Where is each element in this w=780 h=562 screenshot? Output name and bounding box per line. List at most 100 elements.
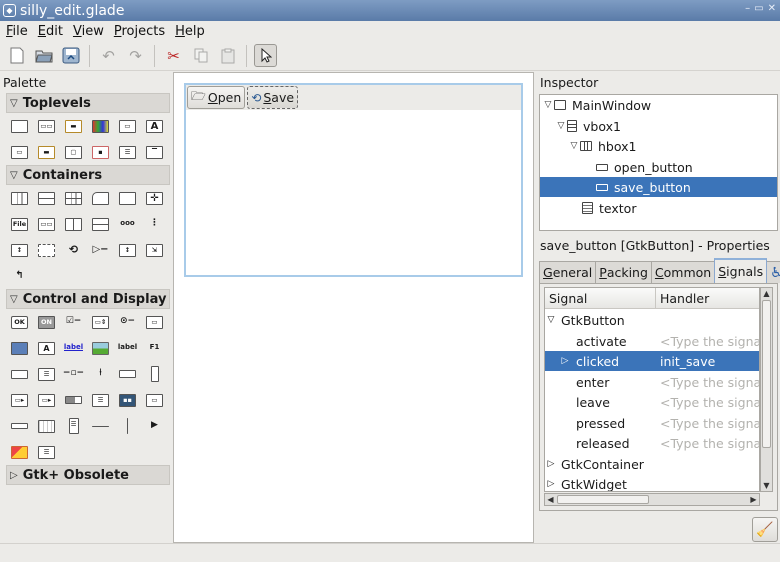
event-box-icon[interactable]: ⟲ — [60, 237, 87, 263]
hbox-widget-icon[interactable] — [6, 185, 33, 211]
entry-widget-icon[interactable] — [6, 361, 33, 387]
about-dialog-icon[interactable]: ▬ — [33, 139, 60, 165]
undo-icon[interactable]: ↶ — [97, 44, 120, 67]
signal-row-pressed[interactable]: pressed <Type the signal's handler here> — [545, 413, 759, 433]
tree-view-icon[interactable]: ▭ — [141, 387, 168, 413]
print-dialog-icon[interactable]: ☰ — [114, 139, 141, 165]
input-dialog-icon[interactable]: ▭ — [114, 113, 141, 139]
column-header-handler[interactable]: Handler — [656, 288, 759, 309]
save-button-preview[interactable]: ⟲ Save — [247, 86, 299, 109]
vscale-widget-icon[interactable]: ⍿ — [87, 361, 114, 387]
signal-row-gtkbutton[interactable]: ▽ GtkButton — [545, 310, 759, 330]
signal-row-activate[interactable]: activate <Type the signal's handler here… — [545, 331, 759, 351]
hscrollbar-widget-icon[interactable] — [114, 361, 141, 387]
accel-label-icon[interactable]: F1 — [141, 335, 168, 361]
expander-widget-icon[interactable]: ▷− — [87, 237, 114, 263]
palette-group-gtk-obsolete[interactable]: ▷ Gtk+ Obsolete — [6, 465, 170, 485]
alignment-widget-icon[interactable]: ⇲ — [141, 237, 168, 263]
image-widget-icon[interactable] — [87, 335, 114, 361]
frame-widget-icon[interactable] — [114, 185, 141, 211]
radio-button-icon[interactable]: ⊙− — [114, 309, 141, 335]
scrollbar-thumb[interactable] — [762, 300, 771, 448]
expander-collapsed-icon[interactable]: ▷ — [559, 356, 571, 366]
assistant-icon[interactable]: ▭ — [6, 139, 33, 165]
viewport-widget-icon[interactable]: ↕ — [114, 237, 141, 263]
file-chooser-button-icon[interactable]: ▭ — [141, 309, 168, 335]
palette-group-toplevels[interactable]: ▽ Toplevels — [6, 93, 170, 113]
calendar-widget-icon[interactable] — [33, 413, 60, 439]
open-button-preview[interactable]: 🗁 Open — [187, 86, 246, 109]
scroll-right-icon[interactable]: ▶ — [748, 494, 759, 505]
scroll-left-icon[interactable]: ◀ — [545, 494, 556, 505]
drawing-area-icon[interactable]: ☰ — [60, 413, 87, 439]
window-widget-icon[interactable] — [6, 113, 33, 139]
menu-projects[interactable]: Projects — [109, 24, 170, 39]
toggle-button-icon[interactable]: ON — [33, 309, 60, 335]
message-dialog-icon[interactable]: ▬ — [60, 113, 87, 139]
text-view-icon[interactable]: ☰ — [87, 387, 114, 413]
combo-box-icon[interactable]: ▭▸ — [6, 387, 33, 413]
signal-row-clicked[interactable]: ▷ clicked init_save — [545, 351, 759, 371]
tree-row-open-button[interactable]: open_button — [540, 157, 777, 177]
copy-icon[interactable] — [189, 44, 212, 67]
spin-button-icon[interactable]: ▭⇕ — [87, 309, 114, 335]
tree-row-textor[interactable]: textor — [540, 198, 777, 218]
redo-icon[interactable]: ↷ — [124, 44, 147, 67]
handler-cell[interactable]: <Type the signal's handler here> — [660, 334, 759, 349]
vpaned-widget-icon[interactable] — [87, 211, 114, 237]
menu-help[interactable]: Help — [170, 24, 210, 39]
table-widget-icon[interactable] — [60, 185, 87, 211]
expander-collapsed-icon[interactable]: ▷ — [545, 459, 557, 469]
tree-row-save-button[interactable]: save_button — [540, 177, 777, 197]
scrollbar-thumb[interactable] — [557, 495, 649, 504]
scroll-up-icon[interactable]: ▲ — [761, 288, 772, 299]
handler-cell[interactable]: <Type the signal's handler here> — [660, 375, 759, 390]
file-chooser-dialog-icon[interactable]: ▢ — [60, 139, 87, 165]
palette-group-control-and-display[interactable]: ▽ Control and Display — [6, 289, 170, 309]
tab-accessibility[interactable]: ♿ — [766, 261, 780, 283]
status-bar-icon[interactable] — [6, 413, 33, 439]
color-selection-icon[interactable] — [87, 113, 114, 139]
signal-row-enter[interactable]: enter <Type the signal's handler here> — [545, 372, 759, 392]
paste-icon[interactable] — [216, 44, 239, 67]
handler-cell[interactable]: init_save — [660, 354, 759, 369]
expander-expanded-icon[interactable]: ▽ — [542, 100, 554, 110]
scrolled-window-icon[interactable] — [33, 237, 60, 263]
signals-table[interactable]: Signal Handler ▽ GtkButton activate <Type… — [544, 287, 760, 492]
tab-general[interactable]: General — [539, 261, 597, 283]
cut-icon[interactable]: ✂ — [162, 44, 185, 67]
vbox-widget-icon[interactable] — [33, 185, 60, 211]
inspector-tree[interactable]: ▽ MainWindow ▽ vbox1 ▽ hbox1 open_button… — [539, 94, 778, 231]
new-icon[interactable] — [5, 44, 28, 67]
font-dialog-icon[interactable]: ▔ — [141, 139, 168, 165]
combo-box-entry-icon[interactable]: ☰ — [33, 361, 60, 387]
menu-file[interactable]: File — [1, 24, 33, 39]
hbox1-preview[interactable]: 🗁 Open ⟲ Save — [186, 85, 521, 110]
column-header-signal[interactable]: Signal — [545, 288, 656, 309]
close-icon[interactable]: ✕ — [768, 3, 776, 14]
hseparator-icon[interactable] — [87, 413, 114, 439]
signal-row-gtkwidget[interactable]: ▷ GtkWidget — [545, 474, 759, 492]
vseparator-icon[interactable] — [114, 413, 141, 439]
expander-expanded-icon[interactable]: ▽ — [555, 121, 567, 131]
progress-bar-icon[interactable] — [60, 387, 87, 413]
maximize-icon[interactable]: ▭ — [754, 3, 763, 14]
hpaned-widget-icon[interactable] — [60, 211, 87, 237]
fixed-widget-icon[interactable]: ✛ — [141, 185, 168, 211]
button-widget-icon[interactable]: OK — [6, 309, 33, 335]
combo-box-text-icon[interactable]: ▭▸ — [33, 387, 60, 413]
icon-view-icon[interactable]: ▪▪ — [114, 387, 141, 413]
tab-signals[interactable]: Signals — [714, 258, 768, 283]
signal-row-gtkcontainer[interactable]: ▷ GtkContainer — [545, 454, 759, 474]
color-button-icon[interactable] — [6, 335, 33, 361]
font-button-icon[interactable]: A — [33, 335, 60, 361]
signals-vertical-scrollbar[interactable]: ▲ ▼ — [760, 287, 773, 492]
menu-edit[interactable]: Edit — [33, 24, 68, 39]
dialog-widget-icon[interactable]: ▭▭ — [33, 113, 60, 139]
handler-cell[interactable]: <Type the signal's handler here> — [660, 395, 759, 410]
curve-widget-icon[interactable]: ☰ — [33, 439, 60, 465]
tab-packing[interactable]: Packing — [595, 261, 652, 283]
arrow-widget-icon[interactable]: ▶ — [141, 413, 168, 439]
tree-row-vbox1[interactable]: ▽ vbox1 — [540, 116, 777, 136]
recent-chooser-dialog-icon[interactable]: ▪ — [87, 139, 114, 165]
